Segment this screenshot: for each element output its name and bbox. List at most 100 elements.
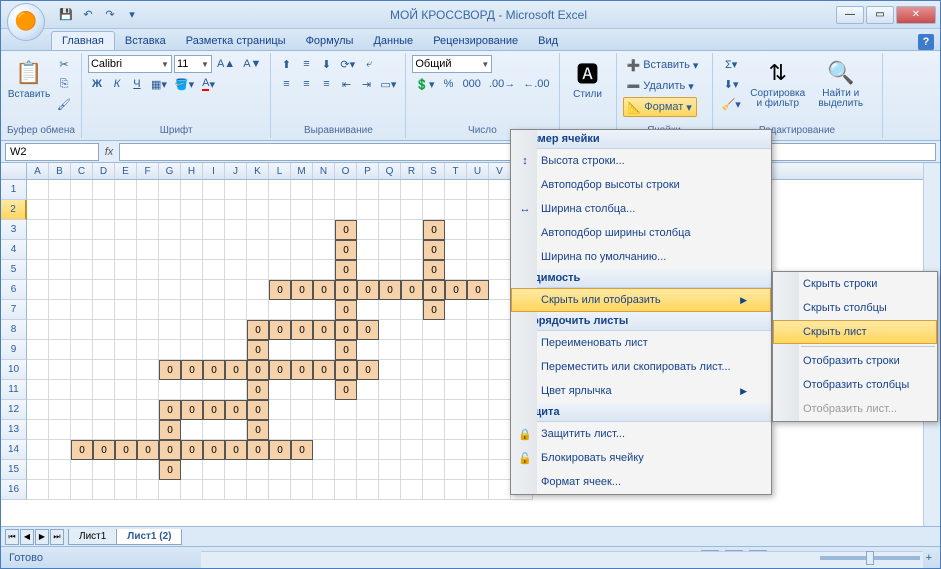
menu-item[interactable]: Скрыть или отобразить▶ — [511, 288, 771, 312]
cell[interactable] — [379, 240, 401, 260]
redo-icon[interactable]: ↷ — [101, 6, 119, 24]
cell[interactable] — [401, 240, 423, 260]
cell[interactable] — [291, 300, 313, 320]
cell[interactable] — [489, 320, 511, 340]
cell[interactable] — [467, 240, 489, 260]
menu-item[interactable]: Скрыть столбцы — [773, 296, 937, 320]
zoom-slider[interactable] — [820, 556, 920, 560]
cell[interactable] — [269, 240, 291, 260]
cell[interactable] — [357, 180, 379, 200]
cell[interactable]: 0 — [159, 460, 181, 480]
row-header[interactable]: 2 — [1, 200, 27, 220]
cell[interactable] — [247, 460, 269, 480]
cut-icon[interactable]: ✂ — [54, 55, 74, 73]
cell[interactable] — [489, 480, 511, 500]
cell[interactable] — [445, 400, 467, 420]
cell[interactable] — [291, 400, 313, 420]
column-header[interactable]: A — [27, 163, 49, 179]
merge-icon[interactable]: ▭▾ — [377, 75, 399, 93]
cell[interactable] — [357, 400, 379, 420]
cell[interactable] — [159, 240, 181, 260]
column-header[interactable]: M — [291, 163, 313, 179]
cell[interactable] — [203, 460, 225, 480]
cell[interactable] — [225, 340, 247, 360]
align-bottom-icon[interactable]: ⬇ — [317, 55, 335, 73]
cell[interactable] — [27, 380, 49, 400]
cell[interactable] — [401, 320, 423, 340]
cell[interactable] — [445, 260, 467, 280]
cell[interactable] — [49, 240, 71, 260]
office-button[interactable]: 🟠 — [7, 3, 45, 41]
cell[interactable] — [379, 480, 401, 500]
indent-dec-icon[interactable]: ⇤ — [337, 75, 355, 93]
sort-filter-button[interactable]: ⇅ Сортировка и фильтр — [747, 55, 809, 111]
cell[interactable] — [269, 180, 291, 200]
cell[interactable]: 0 — [269, 320, 291, 340]
cell[interactable] — [115, 180, 137, 200]
cell[interactable] — [49, 460, 71, 480]
tab-view[interactable]: Вид — [528, 32, 568, 50]
cell[interactable] — [27, 240, 49, 260]
cell[interactable] — [423, 420, 445, 440]
currency-icon[interactable]: 💲▾ — [412, 75, 437, 93]
cell[interactable] — [247, 180, 269, 200]
cell[interactable]: 0 — [291, 440, 313, 460]
cell[interactable] — [247, 220, 269, 240]
cell[interactable] — [379, 460, 401, 480]
cell[interactable] — [203, 380, 225, 400]
bold-icon[interactable]: Ж — [88, 75, 106, 93]
align-top-icon[interactable]: ⬆ — [277, 55, 295, 73]
align-middle-icon[interactable]: ≡ — [297, 55, 315, 73]
cell[interactable] — [225, 220, 247, 240]
cell[interactable] — [159, 220, 181, 240]
cell[interactable] — [93, 240, 115, 260]
cell[interactable] — [489, 260, 511, 280]
indent-inc-icon[interactable]: ⇥ — [357, 75, 375, 93]
cell[interactable]: 0 — [423, 220, 445, 240]
cell[interactable] — [203, 300, 225, 320]
cell[interactable] — [137, 380, 159, 400]
cell[interactable]: 0 — [159, 420, 181, 440]
undo-icon[interactable]: ↶ — [79, 6, 97, 24]
cell[interactable] — [27, 360, 49, 380]
cell[interactable] — [445, 360, 467, 380]
sheet-tab[interactable]: Лист1 — [68, 529, 117, 545]
column-header[interactable]: O — [335, 163, 357, 179]
cell[interactable] — [357, 300, 379, 320]
row-header[interactable]: 15 — [1, 460, 27, 480]
cell[interactable] — [137, 340, 159, 360]
cell[interactable] — [27, 280, 49, 300]
cell[interactable] — [357, 240, 379, 260]
cell[interactable] — [423, 320, 445, 340]
cell[interactable]: 0 — [423, 300, 445, 320]
cell[interactable] — [357, 220, 379, 240]
cell[interactable] — [467, 340, 489, 360]
cell[interactable] — [115, 480, 137, 500]
row-header[interactable]: 9 — [1, 340, 27, 360]
menu-item[interactable]: Переименовать лист — [511, 331, 771, 355]
cell[interactable] — [401, 400, 423, 420]
row-header[interactable]: 11 — [1, 380, 27, 400]
cell[interactable] — [203, 480, 225, 500]
cell[interactable] — [181, 420, 203, 440]
column-header[interactable]: L — [269, 163, 291, 179]
column-header[interactable]: S — [423, 163, 445, 179]
menu-item[interactable]: Автоподбор высоты строки — [511, 173, 771, 197]
cell[interactable] — [49, 400, 71, 420]
cell[interactable]: 0 — [313, 280, 335, 300]
cell[interactable]: 0 — [247, 320, 269, 340]
maximize-button[interactable]: ▭ — [866, 6, 894, 24]
cell[interactable] — [225, 240, 247, 260]
cell[interactable] — [489, 340, 511, 360]
row-header[interactable]: 4 — [1, 240, 27, 260]
cell[interactable]: 0 — [181, 400, 203, 420]
row-header[interactable]: 14 — [1, 440, 27, 460]
cell[interactable] — [71, 340, 93, 360]
align-left-icon[interactable]: ≡ — [277, 75, 295, 93]
cell[interactable] — [27, 180, 49, 200]
cell[interactable] — [357, 340, 379, 360]
cell[interactable] — [489, 380, 511, 400]
cell[interactable] — [27, 460, 49, 480]
cell[interactable] — [335, 480, 357, 500]
cell[interactable] — [489, 240, 511, 260]
